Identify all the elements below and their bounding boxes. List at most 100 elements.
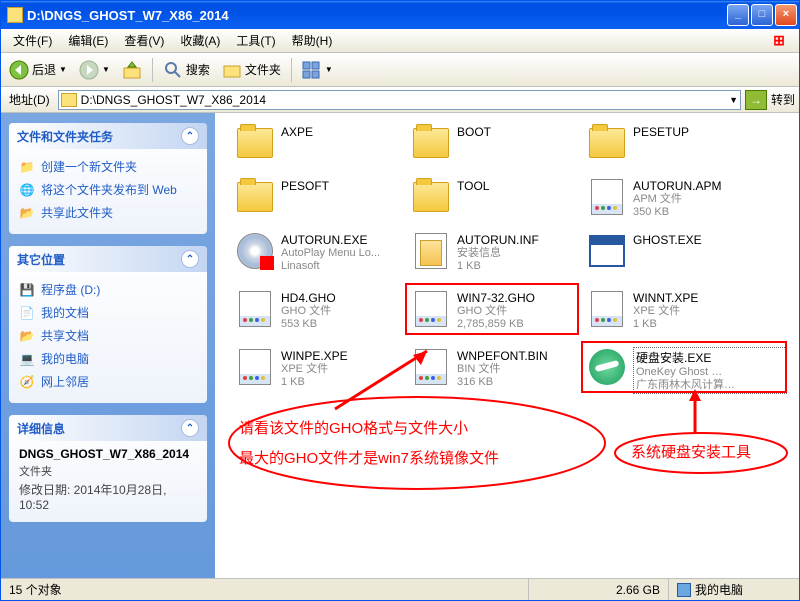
file-icon (411, 231, 451, 271)
menu-edit[interactable]: 编辑(E) (60, 30, 116, 51)
file-icon (235, 231, 275, 271)
file-item-winnt-xpe[interactable]: WINNT.XPEXPE 文件1 KB (587, 289, 757, 331)
menu-file[interactable]: 文件(F) (5, 30, 60, 51)
file-name: PESOFT (281, 179, 405, 193)
forward-icon (79, 60, 99, 80)
windows-logo-icon: ⊞ (763, 32, 795, 50)
task-label: 将这个文件夹发布到 Web (41, 181, 177, 198)
tasks-sidebar: 文件和文件夹任务 ⌃ 📁创建一个新文件夹🌐将这个文件夹发布到 Web 📂 共享此文件… (1, 113, 215, 578)
file-item-wnpefont-bin[interactable]: WNPEFONT.BINBIN 文件316 KB (411, 347, 581, 389)
task-icon: 💻 (19, 351, 35, 367)
task-item-2[interactable]: 📂 共享此文件夹 (19, 201, 197, 224)
address-bar: 地址(D) D:\DNGS_GHOST_W7_X86_2014 ▼ → 转到 (1, 87, 799, 113)
file-item-tool[interactable]: TOOL (411, 177, 581, 217)
collapse-icon[interactable]: ⌃ (181, 127, 199, 145)
search-icon (163, 60, 183, 80)
window-title: D:\DNGS_GHOST_W7_X86_2014 (27, 8, 727, 23)
back-button[interactable]: 后退 ▼ (5, 58, 71, 82)
file-meta: OneKey Ghost … (636, 366, 784, 379)
place-item-0[interactable]: 💾程序盘 (D:) (19, 278, 197, 301)
place-item-3[interactable]: 💻我的电脑 (19, 347, 197, 370)
places-panel-header[interactable]: 其它位置 ⌃ (9, 246, 207, 272)
file-icon (235, 177, 275, 217)
file-name: AUTORUN.EXE (281, 233, 405, 247)
details-panel-title: 详细信息 (17, 420, 65, 437)
address-field[interactable]: D:\DNGS_GHOST_W7_X86_2014 ▼ (58, 90, 741, 110)
file-item-pesetup[interactable]: PESETUP (587, 123, 757, 163)
file-item-win7-32-gho[interactable]: WIN7-32.GHOGHO 文件2,785,859 KB (411, 289, 581, 331)
file-item-winpe-xpe[interactable]: WINPE.XPEXPE 文件1 KB (235, 347, 405, 389)
tasks-panel-header[interactable]: 文件和文件夹任务 ⌃ (9, 123, 207, 149)
annotation-arrow-right (675, 387, 715, 437)
menu-view[interactable]: 查看(V) (116, 30, 172, 51)
menu-help[interactable]: 帮助(H) (284, 30, 341, 51)
file-item-autorun-inf[interactable]: AUTORUN.INF安装信息1 KB (411, 231, 581, 273)
task-icon: 🧭 (19, 374, 35, 390)
close-button[interactable]: × (775, 4, 797, 26)
maximize-button[interactable]: □ (751, 4, 773, 26)
task-item-0[interactable]: 📁创建一个新文件夹 (19, 155, 197, 178)
collapse-icon[interactable]: ⌃ (181, 419, 199, 437)
forward-button[interactable]: ▼ (75, 58, 114, 82)
file-item-axpe[interactable]: AXPE (235, 123, 405, 163)
views-icon (302, 60, 322, 80)
minimize-button[interactable]: _ (727, 4, 749, 26)
title-bar[interactable]: D:\DNGS_GHOST_W7_X86_2014 _ □ × (1, 1, 799, 29)
file-icon (587, 231, 627, 271)
file-name: WIN7-32.GHO (457, 291, 581, 305)
go-label: 转到 (771, 91, 795, 108)
file-size: 1 KB (457, 260, 581, 273)
status-location: 我的电脑 (669, 579, 799, 600)
file-size: 1 KB (633, 318, 757, 331)
place-item-4[interactable]: 🧭网上邻居 (19, 370, 197, 393)
file-meta: GHO 文件 (281, 305, 405, 318)
file-size: 553 KB (281, 318, 405, 331)
collapse-icon[interactable]: ⌃ (181, 250, 199, 268)
search-button[interactable]: 搜索 (159, 58, 214, 82)
up-button[interactable] (118, 58, 146, 82)
file-name: PESETUP (633, 125, 757, 139)
task-icon: 📂 (19, 205, 35, 221)
file-meta: XPE 文件 (281, 363, 405, 376)
separator (291, 58, 292, 82)
file-meta: 安装信息 (457, 247, 581, 260)
file-item-ghost-exe[interactable]: GHOST.EXE (587, 231, 757, 271)
go-button[interactable]: → (745, 90, 767, 110)
folders-label: 文件夹 (245, 61, 281, 78)
file-name: AUTORUN.INF (457, 233, 581, 247)
details-panel-header[interactable]: 详细信息 ⌃ (9, 415, 207, 441)
dropdown-icon[interactable]: ▼ (729, 95, 738, 105)
separator (152, 58, 153, 82)
file-icon (587, 347, 627, 387)
file-name: 硬盘安装.EXE (636, 349, 784, 366)
back-label: 后退 (32, 61, 56, 78)
file-item-autorun-apm[interactable]: AUTORUN.APMAPM 文件350 KB (587, 177, 757, 219)
views-button[interactable]: ▼ (298, 58, 337, 82)
file-meta: BIN 文件 (457, 363, 581, 376)
file-icon (235, 289, 275, 329)
file-item-autorun-exe[interactable]: AUTORUN.EXEAutoPlay Menu Lo...Linasoft (235, 231, 405, 273)
folders-button[interactable]: 文件夹 (218, 58, 285, 82)
details-date: 修改日期: 2014年10月28日, 10:52 (19, 479, 197, 512)
details-type: 文件夹 (19, 461, 197, 479)
menu-favorites[interactable]: 收藏(A) (172, 30, 228, 51)
file-list-pane[interactable]: AXPE BOOT PESETUP PESOFT TOOLAUTORUN.APMAPM … (215, 113, 799, 578)
file-item-hd4-gho[interactable]: HD4.GHOGHO 文件553 KB (235, 289, 405, 331)
file-name: AXPE (281, 125, 405, 139)
file-icon (587, 177, 627, 217)
file-item-boot[interactable]: BOOT (411, 123, 581, 163)
menu-tools[interactable]: 工具(T) (228, 30, 283, 51)
task-label: 共享此文件夹 (41, 204, 113, 221)
up-icon (122, 60, 142, 80)
annotation-text-2: 最大的GHO文件才是win7系统镜像文件 (239, 447, 499, 468)
file-item-pesoft[interactable]: PESOFT (235, 177, 405, 217)
task-item-1[interactable]: 🌐将这个文件夹发布到 Web (19, 178, 197, 201)
menu-bar: 文件(F) 编辑(E) 查看(V) 收藏(A) 工具(T) 帮助(H) ⊞ (1, 29, 799, 53)
place-item-1[interactable]: 📄我的文档 (19, 301, 197, 324)
back-icon (9, 60, 29, 80)
computer-icon (677, 583, 691, 597)
place-item-2[interactable]: 📂共享文档 (19, 324, 197, 347)
file-size: 316 KB (457, 376, 581, 389)
file-item--exe[interactable]: 硬盘安装.EXEOneKey Ghost …广东雨林木风计算… (587, 347, 787, 394)
dropdown-icon: ▼ (102, 65, 110, 74)
